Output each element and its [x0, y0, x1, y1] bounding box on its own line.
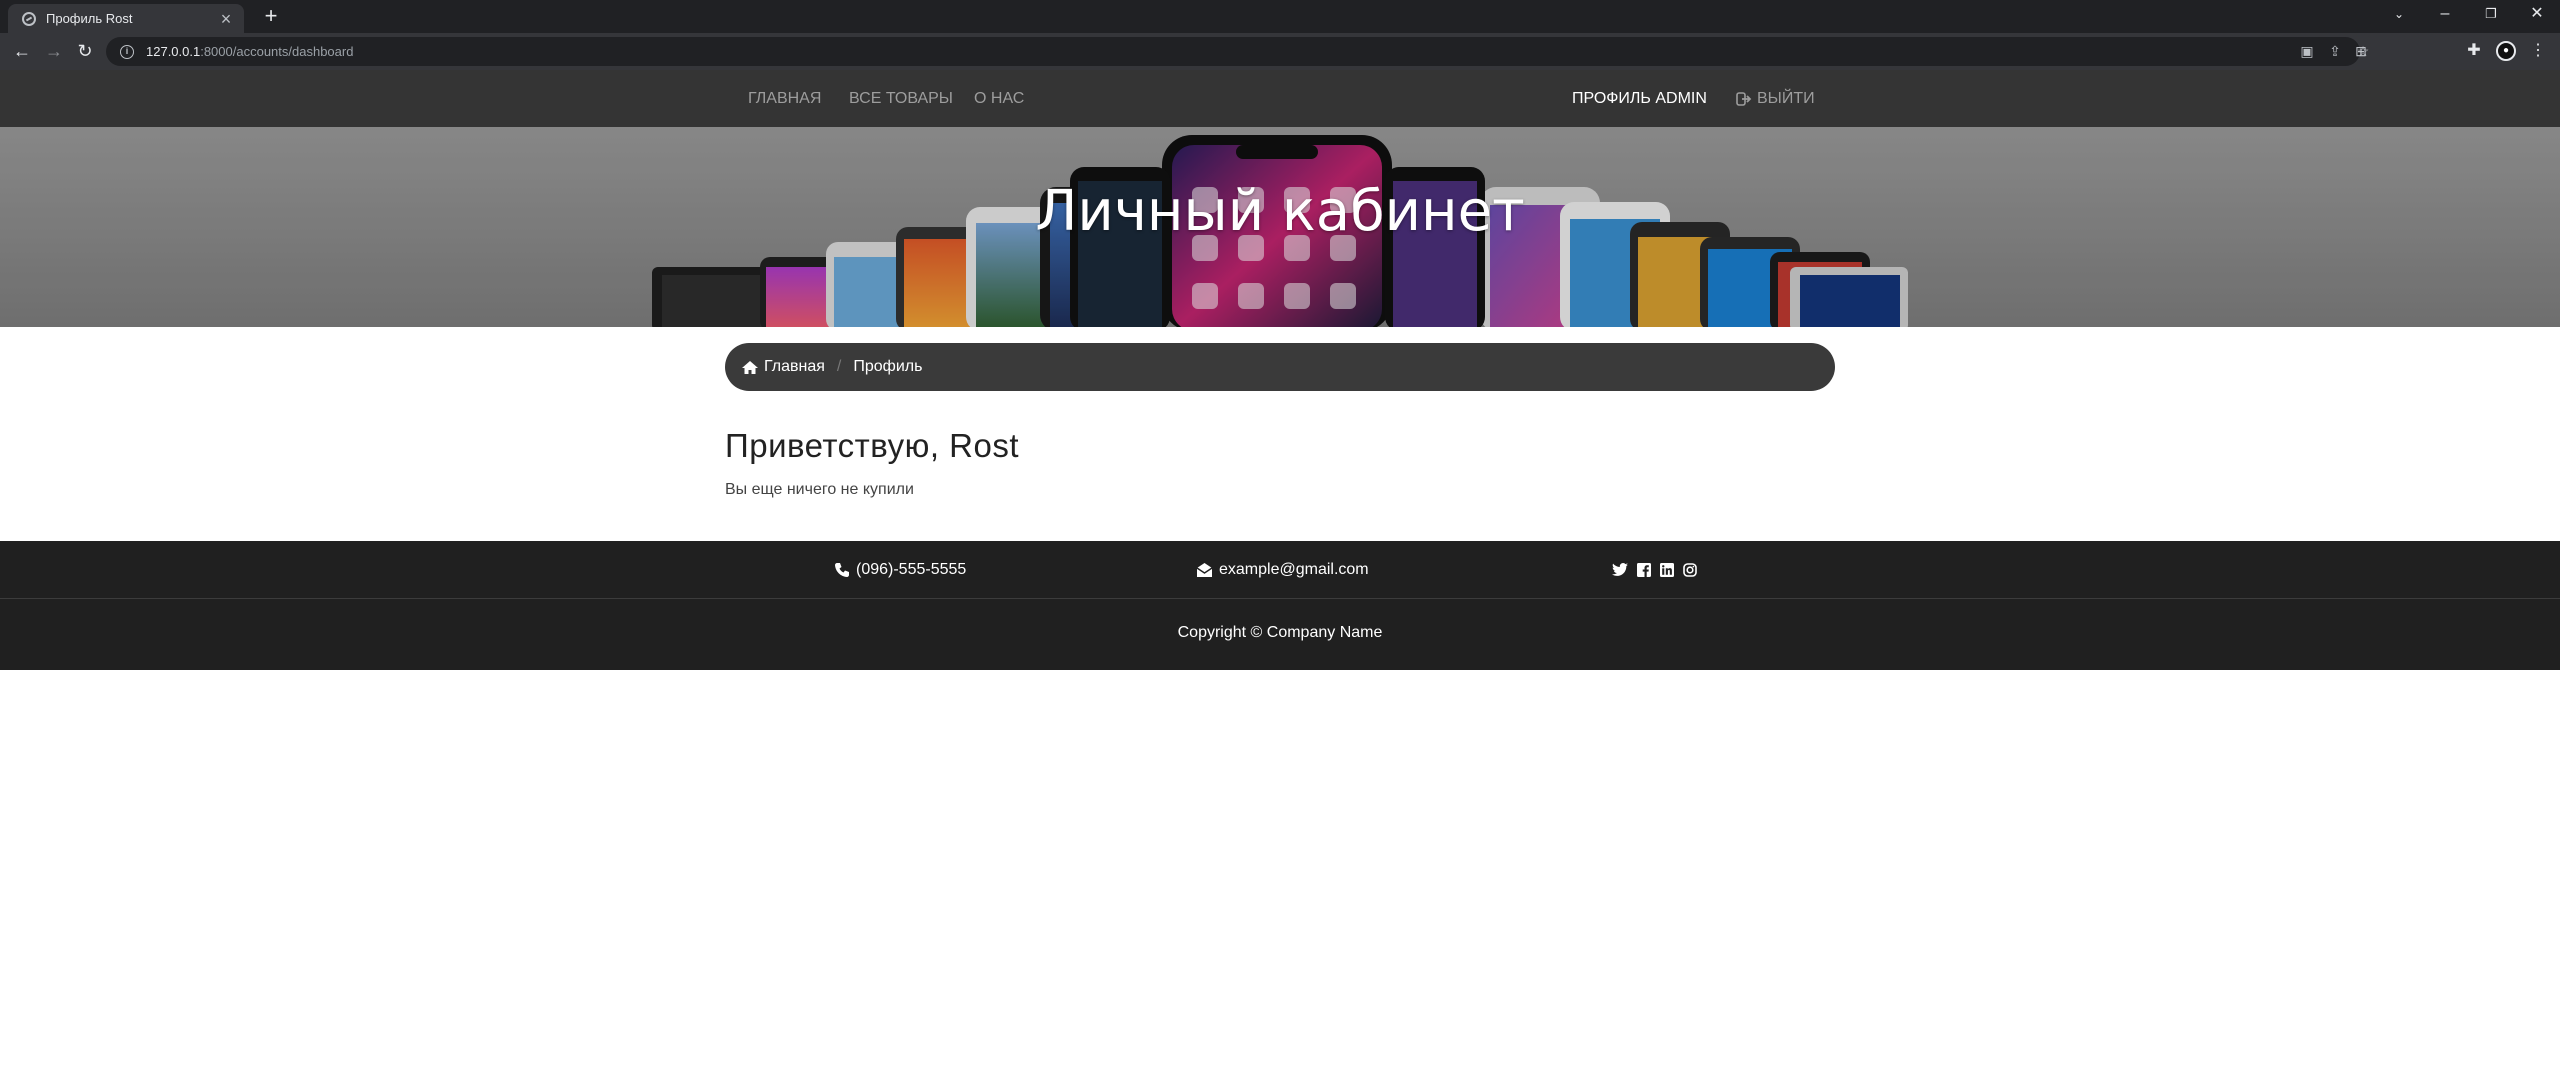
- breadcrumb-home-label: Главная: [764, 358, 825, 375]
- nav-logout[interactable]: ВЫЙТИ: [1736, 70, 1815, 127]
- hero-banner: Личный кабинет: [0, 127, 2560, 327]
- breadcrumb-current: Профиль: [853, 358, 923, 375]
- minimize-icon[interactable]: –: [2430, 4, 2460, 24]
- copyright-text: Copyright © Company Name: [1177, 624, 1383, 641]
- instagram-icon[interactable]: [1683, 562, 1697, 577]
- bookmark-star-icon[interactable]: ☆: [2352, 43, 2374, 60]
- new-tab-icon[interactable]: +: [259, 5, 283, 27]
- address-bar[interactable]: i 127.0.0.1:8000/accounts/dashboard ⊞ ▣ …: [106, 37, 2369, 66]
- breadcrumb-home[interactable]: Главная: [741, 358, 825, 376]
- nav-profile[interactable]: ПРОФИЛЬ ADMIN: [1572, 70, 1707, 127]
- site-navbar: ГЛАВНАЯ ВСЕ ТОВАРЫ О НАС ПРОФИЛЬ ADMIN В…: [0, 70, 2560, 127]
- linkedin-icon[interactable]: [1660, 562, 1674, 577]
- extensions-icon[interactable]: ✚: [2462, 41, 2486, 61]
- greeting-heading: Приветствую, Rost: [725, 427, 1020, 464]
- footer-email-text: example@gmail.com: [1219, 560, 1369, 578]
- url-text: 127.0.0.1:8000/accounts/dashboard: [146, 44, 354, 59]
- globe-icon: [22, 11, 36, 26]
- envelope-open-icon: [1196, 562, 1213, 577]
- sign-out-icon: [1736, 91, 1752, 106]
- facebook-icon[interactable]: [1637, 562, 1651, 577]
- breadcrumb-separator: /: [836, 358, 842, 375]
- footer-contacts: (096)-555-5555 example@gmail.com: [0, 541, 2560, 598]
- nav-about[interactable]: О НАС: [974, 70, 1024, 127]
- restore-icon[interactable]: ❐: [2476, 4, 2506, 24]
- footer-copyright-bar: Copyright © Company Name: [0, 599, 2560, 670]
- nav-logout-label: ВЫЙТИ: [1757, 90, 1815, 107]
- share-icon[interactable]: ⇪: [2324, 43, 2346, 60]
- footer-social-links: [1612, 541, 1706, 598]
- footer-phone: (096)-555-5555: [834, 541, 966, 598]
- nav-home[interactable]: ГЛАВНАЯ: [748, 70, 821, 127]
- phone-icon: [835, 562, 849, 577]
- browser-tab-strip: Профиль Rost × + ⌄ – ❐ ✕: [0, 0, 2560, 33]
- footer-email: example@gmail.com: [1196, 541, 1369, 598]
- back-icon[interactable]: ←: [9, 39, 35, 63]
- browser-toolbar: ← → ↻ i 127.0.0.1:8000/accounts/dashboar…: [0, 33, 2560, 70]
- browser-tab[interactable]: Профиль Rost ×: [8, 4, 244, 33]
- home-icon: [742, 360, 758, 374]
- menu-kebab-icon[interactable]: ⋮: [2526, 41, 2550, 61]
- close-tab-icon[interactable]: ×: [216, 10, 236, 28]
- profile-avatar-icon[interactable]: ●: [2496, 41, 2516, 61]
- hero-title: Личный кабинет: [1035, 179, 1525, 244]
- translate-icon-2[interactable]: ▣: [2296, 43, 2318, 60]
- nav-all-products[interactable]: ВСЕ ТОВАРЫ: [849, 70, 953, 127]
- empty-orders-message: Вы еще ничего не купили: [725, 481, 914, 498]
- reload-icon[interactable]: ↻: [72, 39, 98, 63]
- close-window-icon[interactable]: ✕: [2522, 4, 2552, 24]
- footer-phone-text: (096)-555-5555: [856, 560, 967, 578]
- forward-icon[interactable]: →: [41, 39, 67, 63]
- breadcrumb: Главная / Профиль: [725, 343, 1835, 391]
- tab-search-icon[interactable]: ⌄: [2384, 4, 2414, 24]
- site-info-icon[interactable]: i: [120, 44, 134, 59]
- tab-title: Профиль Rost: [46, 11, 133, 26]
- twitter-icon[interactable]: [1612, 562, 1628, 577]
